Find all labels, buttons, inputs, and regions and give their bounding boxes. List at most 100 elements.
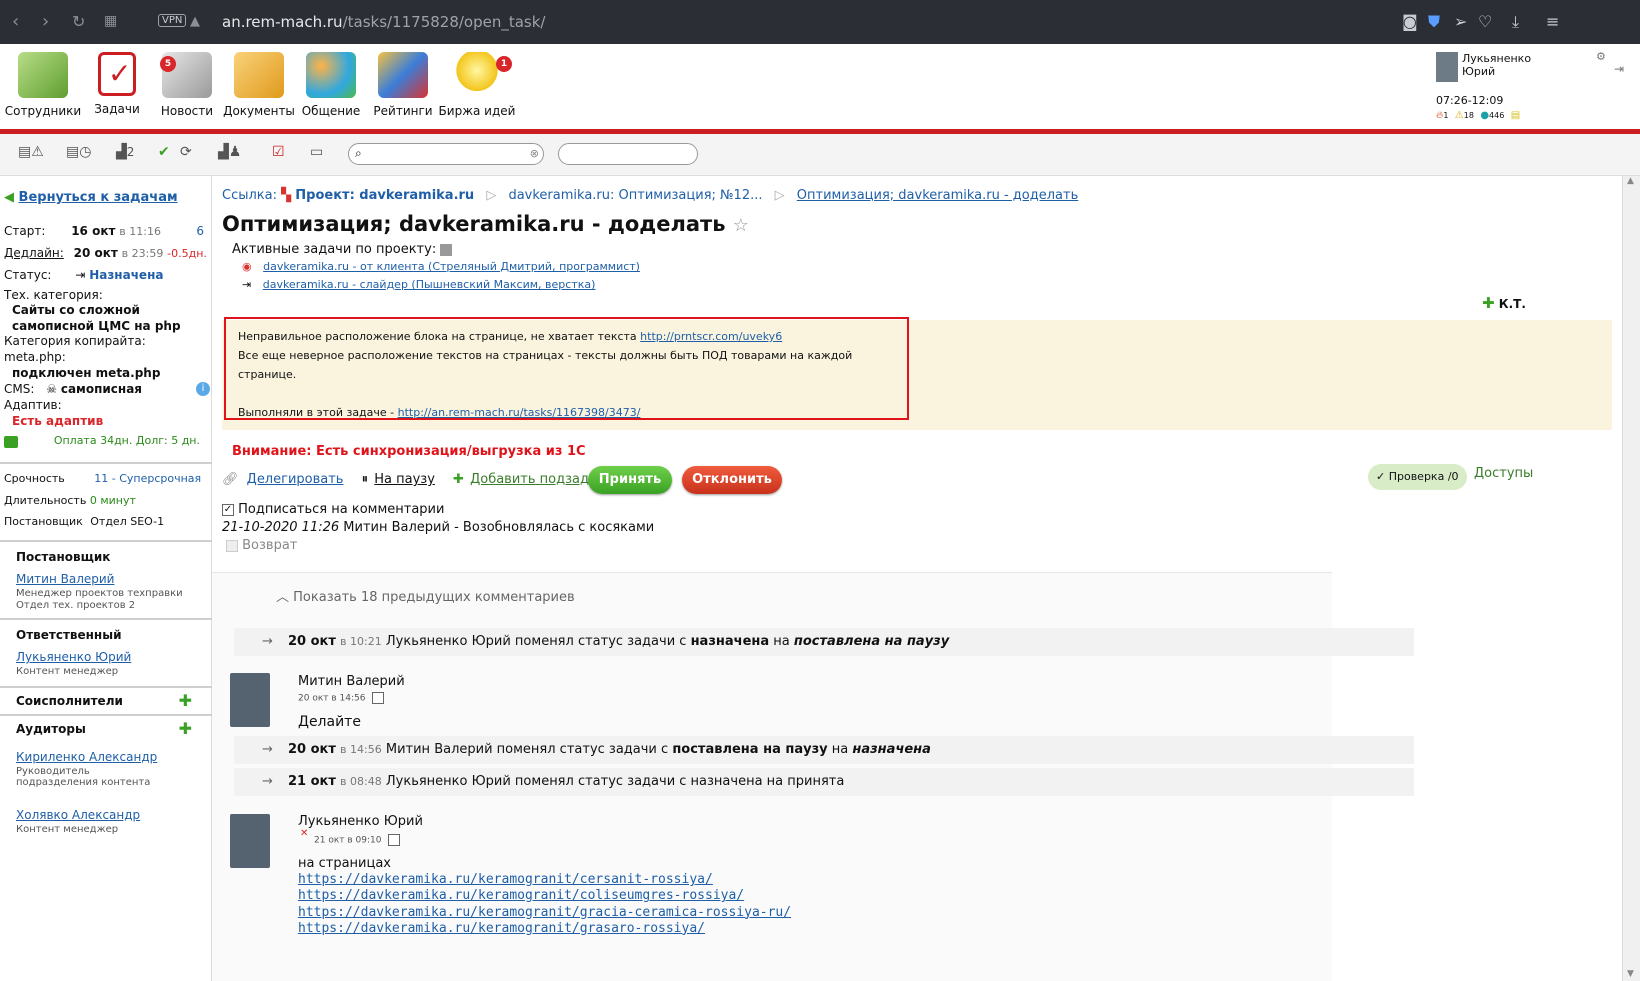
breadcrumb-separator-icon: ▷: [774, 188, 785, 203]
description-link-2[interactable]: http://an.rem-mach.ru/tasks/1167398/3473…: [398, 406, 641, 419]
menu-item-tasks[interactable]: ✓ Задачи: [78, 52, 156, 116]
check-icon[interactable]: ✔: [158, 144, 170, 160]
layout-icon[interactable]: ▭: [310, 144, 323, 160]
arrow-left-icon: ◀: [4, 190, 14, 205]
task-main: Ссылка: ▚ Проект: davkeramika.ru ▷ davke…: [212, 176, 1622, 981]
accept-button[interactable]: Принять: [588, 466, 672, 494]
menu-item-documents[interactable]: Документы: [220, 52, 298, 118]
pause-icon: ⏸︎: [361, 472, 369, 487]
menu-label: Биржа идей: [438, 104, 516, 118]
breadcrumb-project[interactable]: Проект: davkeramika.ru: [295, 188, 474, 203]
heart-icon[interactable]: ♡: [1478, 12, 1492, 31]
menu-item-ideas[interactable]: 1 Биржа идей: [438, 52, 516, 118]
star-icon[interactable]: ☆: [733, 215, 749, 236]
stats-icon[interactable]: ▟2: [116, 144, 134, 160]
subscribe-checkbox[interactable]: ✓: [222, 503, 234, 516]
kt-button[interactable]: ✚ К.Т.: [1482, 294, 1526, 312]
task-check-icon[interactable]: ☑: [272, 144, 285, 160]
responsible-name-link[interactable]: Лукьяненко Юрий: [16, 650, 131, 664]
secondary-search-input[interactable]: [558, 143, 698, 165]
tasks-clock-icon[interactable]: ▤◷: [66, 144, 91, 160]
delegate-link[interactable]: Делегировать: [247, 472, 344, 487]
info-icon[interactable]: i: [196, 382, 210, 396]
menu-item-chat[interactable]: Общение: [292, 52, 370, 118]
back-to-tasks[interactable]: ◀ Вернуться к задачам: [4, 190, 178, 205]
user-name[interactable]: Лукьяненко Юрий: [1462, 52, 1532, 78]
comment-avatar[interactable]: [230, 673, 270, 727]
comment-link[interactable]: https://davkeramika.ru/keramogranit/gras…: [298, 921, 705, 936]
description-link-1[interactable]: http://prntscr.com/uveky6: [640, 330, 782, 343]
camera-icon[interactable]: ◙: [1402, 12, 1418, 31]
active-task-1-link[interactable]: davkeramika.ru - от клиента (Стреляный Д…: [263, 260, 640, 273]
show-previous-comments[interactable]: ︿ Показать 18 предыдущих комментариев: [276, 586, 575, 605]
vpn-badge[interactable]: VPN: [158, 14, 187, 27]
description-text-2: Все еще неверное расположение текстов на…: [238, 349, 853, 381]
plus-icon: ✚: [1482, 294, 1495, 312]
menu-item-ratings[interactable]: Рейтинги: [364, 52, 442, 118]
reload-icon[interactable]: ↻: [72, 12, 85, 31]
check-badge[interactable]: ✓ Проверка /0: [1368, 464, 1467, 490]
shield-icon[interactable]: ⛊: [1428, 12, 1440, 32]
tasks-warning-icon[interactable]: ▤⚠: [18, 144, 44, 160]
adaptive-label: Адаптив:: [4, 398, 62, 412]
auditor-2-role: Контент менеджер: [16, 824, 119, 835]
scrollbar[interactable]: ▲ ▼: [1622, 176, 1640, 981]
reject-button[interactable]: Отклонить: [682, 466, 782, 494]
divider: [0, 540, 212, 542]
auditor-1-link[interactable]: Кириленко Александр: [16, 750, 157, 764]
collapse-icon[interactable]: [440, 243, 453, 256]
search-input[interactable]: ⌕ ⊗: [348, 143, 544, 165]
auditor-1: Кириленко Александр: [16, 750, 157, 764]
work-time: 07:26-12:09: [1436, 94, 1504, 107]
breadcrumb-parent[interactable]: davkeramika.ru: Оптимизация; №12...: [508, 188, 762, 203]
tech-category-label: Тех. категория:: [4, 288, 103, 302]
description-line-3: Выполняли в этой задаче - http://an.rem-…: [238, 403, 895, 422]
comment-checkbox[interactable]: [372, 692, 385, 704]
settings-icon[interactable]: ⚙: [1596, 50, 1606, 63]
browser-toolbar: ‹ › ↻ ▦ VPN ▲ an.rem-mach.ru/tasks/11758…: [0, 0, 1640, 44]
menu-label: Задачи: [94, 102, 140, 116]
back-icon[interactable]: ‹: [12, 11, 19, 32]
download-icon[interactable]: ⤓: [1512, 12, 1519, 32]
stats-person-icon[interactable]: ▟♟: [218, 144, 241, 160]
setter-name-link[interactable]: Митин Валерий: [16, 572, 114, 586]
comment-link[interactable]: https://davkeramika.ru/keramogranit/coli…: [298, 888, 744, 903]
active-task-2-link[interactable]: davkeramika.ru - слайдер (Пышневский Мак…: [263, 278, 596, 291]
auditor-2-link[interactable]: Холявко Александр: [16, 808, 140, 822]
documents-icon: [234, 52, 284, 98]
user-avatar[interactable]: [1436, 52, 1458, 82]
clear-search-icon[interactable]: ⊗: [530, 147, 539, 160]
comment-author[interactable]: Лукьяненко Юрий: [298, 814, 423, 829]
adaptive-value: Есть адаптив: [12, 414, 104, 428]
back-link[interactable]: Вернуться к задачам: [19, 190, 178, 205]
tabs-grid-icon[interactable]: ▦: [104, 13, 117, 29]
send-icon[interactable]: ➢: [1454, 12, 1467, 31]
delete-icon[interactable]: ✕: [300, 828, 308, 839]
comment-author[interactable]: Митин Валерий: [298, 674, 405, 689]
auditors-section-title: Аудиторы: [16, 722, 86, 736]
add-auditor-icon[interactable]: ✚: [179, 719, 192, 738]
status-value[interactable]: Назначена: [89, 268, 163, 282]
access-link[interactable]: Доступы: [1474, 466, 1533, 481]
comment-avatar[interactable]: [230, 814, 270, 868]
return-checkbox[interactable]: [226, 539, 238, 552]
refresh-icon[interactable]: ⟳: [180, 144, 192, 160]
project-icon: ▚: [281, 188, 292, 203]
wallet-icon: [4, 435, 18, 448]
pause-link[interactable]: На паузу: [374, 472, 435, 487]
scroll-down-icon[interactable]: ▼: [1627, 969, 1634, 979]
breadcrumb-current[interactable]: Оптимизация; davkeramika.ru - доделать: [797, 188, 1078, 203]
menu-icon[interactable]: ≡: [1546, 12, 1559, 31]
logout-icon[interactable]: ⇥: [1614, 62, 1624, 76]
comment-link[interactable]: https://davkeramika.ru/keramogranit/cers…: [298, 872, 713, 887]
forward-icon[interactable]: ›: [42, 11, 49, 32]
comment-link[interactable]: https://davkeramika.ru/keramogranit/grac…: [298, 905, 791, 920]
comment-checkbox[interactable]: [388, 834, 401, 846]
add-coexec-icon[interactable]: ✚: [179, 691, 192, 710]
address-bar[interactable]: an.rem-mach.ru/tasks/1175828/open_task/: [222, 13, 545, 31]
event-date: 20 окт: [288, 634, 336, 649]
menu-item-news[interactable]: 5 Новости: [148, 52, 226, 118]
warning-icon[interactable]: ▲: [190, 14, 200, 29]
scroll-up-icon[interactable]: ▲: [1627, 176, 1634, 186]
menu-item-employees[interactable]: Сотрудники: [4, 52, 82, 118]
